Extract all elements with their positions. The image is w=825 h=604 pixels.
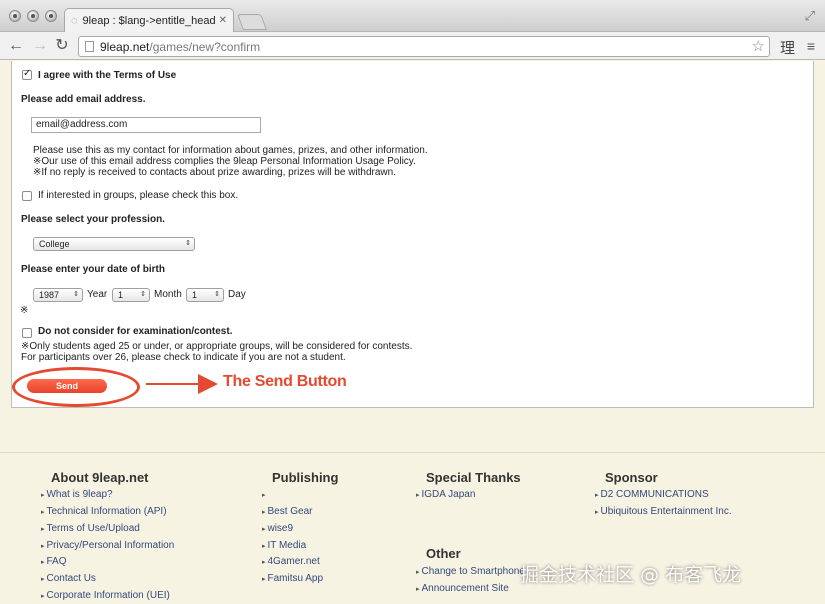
annotation-arrow-line xyxy=(146,383,202,385)
year-value: 1987 xyxy=(39,290,60,300)
day-value: 1 xyxy=(192,290,198,300)
zoom-window-icon[interactable] xyxy=(45,10,57,22)
footer-link[interactable]: IT Media xyxy=(262,540,306,551)
agree-terms-label: I agree with the Terms of Use xyxy=(38,70,177,81)
year-select[interactable]: 1987 ⇕ xyxy=(33,288,83,302)
fullscreen-icon[interactable]: ⤢ xyxy=(805,8,815,24)
select-arrows-icon: ⇕ xyxy=(73,291,79,298)
url-path: /games/new?confirm xyxy=(149,39,261,54)
footer-link[interactable]: FAQ xyxy=(41,556,66,567)
footer-link[interactable] xyxy=(262,489,266,500)
email-field[interactable]: email@address.com xyxy=(31,117,261,133)
contest-label: Do not consider for examination/contest. xyxy=(38,326,233,337)
url-text: 9leap.net/games/new?confirm xyxy=(100,40,260,54)
footer-link[interactable]: 4Gamer.net xyxy=(262,556,319,567)
loading-spinner-icon: ◌ xyxy=(71,14,78,27)
year-label: Year xyxy=(87,289,108,300)
footer-link[interactable]: wise9 xyxy=(262,523,293,534)
select-arrows-icon: ⇕ xyxy=(185,240,191,247)
profession-heading: Please select your profession. xyxy=(21,214,165,225)
day-label: Day xyxy=(228,289,246,300)
address-bar[interactable]: 9leap.net/games/new?confirm ☆ xyxy=(78,36,770,57)
month-label: Month xyxy=(154,289,182,300)
tab-title: 9leap : $lang->entitle_head xyxy=(82,14,215,27)
contest-note-2: For participants over 26, please check t… xyxy=(21,352,346,363)
footer-link[interactable]: Technical Information (API) xyxy=(41,506,166,517)
browser-titlebar: ◌ 9leap : $lang->entitle_head ✕ ⤢ xyxy=(0,0,825,32)
footer-link[interactable]: Ubiquitous Entertainment Inc. xyxy=(595,506,731,517)
groups-checkbox[interactable] xyxy=(22,191,32,201)
tab-close-icon[interactable]: ✕ xyxy=(219,15,227,26)
footer-link[interactable]: Terms of Use/Upload xyxy=(41,523,139,534)
browser-toolbar: ← → ↻ 9leap.net/games/new?confirm ☆ 理 ≡ xyxy=(0,32,825,60)
footer-link[interactable]: Privacy/Personal Information xyxy=(41,540,174,551)
menu-icon[interactable]: ≡ xyxy=(807,38,815,54)
bookmark-star-icon[interactable]: ☆ xyxy=(752,37,765,57)
profession-value: College xyxy=(39,239,70,249)
other-heading: Other xyxy=(426,546,461,561)
back-icon[interactable]: ← xyxy=(6,36,26,56)
agree-terms-checkbox[interactable] xyxy=(22,68,32,80)
email-note-3: ※If no reply is received to contacts abo… xyxy=(33,167,396,178)
footer-link[interactable]: IGDA Japan xyxy=(416,489,475,500)
footer-link[interactable]: Famitsu App xyxy=(262,573,323,584)
send-button[interactable]: Send xyxy=(27,379,107,393)
sponsor-heading: Sponsor xyxy=(605,470,658,485)
thanks-heading: Special Thanks xyxy=(426,470,521,485)
footer-link[interactable]: Best Gear xyxy=(262,506,312,517)
month-value: 1 xyxy=(118,290,124,300)
browser-tab[interactable]: ◌ 9leap : $lang->entitle_head ✕ xyxy=(64,8,234,32)
footer-link[interactable]: Announcement Site xyxy=(416,583,508,594)
footer-link[interactable]: D2 COMMUNICATIONS xyxy=(595,489,708,500)
annotation-arrow-head xyxy=(198,374,218,394)
extension-icon[interactable]: 理 xyxy=(780,37,795,58)
select-arrows-icon: ⇕ xyxy=(140,291,146,298)
minimize-window-icon[interactable] xyxy=(27,10,39,22)
profession-select[interactable]: College ⇕ xyxy=(33,237,195,251)
groups-label: If interested in groups, please check th… xyxy=(38,190,239,201)
watermark: 掘金技术社区 @ 布客飞龙 xyxy=(520,564,742,586)
url-host: 9leap.net xyxy=(100,39,150,54)
reload-icon[interactable]: ↻ xyxy=(52,36,72,56)
forward-icon[interactable]: → xyxy=(30,36,50,56)
footer-link[interactable]: What is 9leap? xyxy=(41,489,112,500)
month-select[interactable]: 1 ⇕ xyxy=(112,288,150,302)
publishing-heading: Publishing xyxy=(272,470,339,485)
new-tab-button[interactable] xyxy=(237,14,267,30)
close-window-icon[interactable] xyxy=(9,10,21,22)
select-arrows-icon: ⇕ xyxy=(214,291,220,298)
dob-heading: Please enter your date of birth xyxy=(21,264,165,275)
footer-link[interactable]: Corporate Information (UEI) xyxy=(41,590,169,601)
about-heading: About 9leap.net xyxy=(51,470,149,485)
page-icon xyxy=(85,41,94,52)
footer-link[interactable]: Change to Smartphone xyxy=(416,566,524,577)
footer-link[interactable]: Contact Us xyxy=(41,573,95,584)
annotation-label: The Send Button xyxy=(223,373,347,390)
contest-checkbox[interactable] xyxy=(22,328,32,338)
required-mark: ※ xyxy=(20,305,29,316)
day-select[interactable]: 1 ⇕ xyxy=(186,288,224,302)
email-heading: Please add email address. xyxy=(21,94,146,105)
